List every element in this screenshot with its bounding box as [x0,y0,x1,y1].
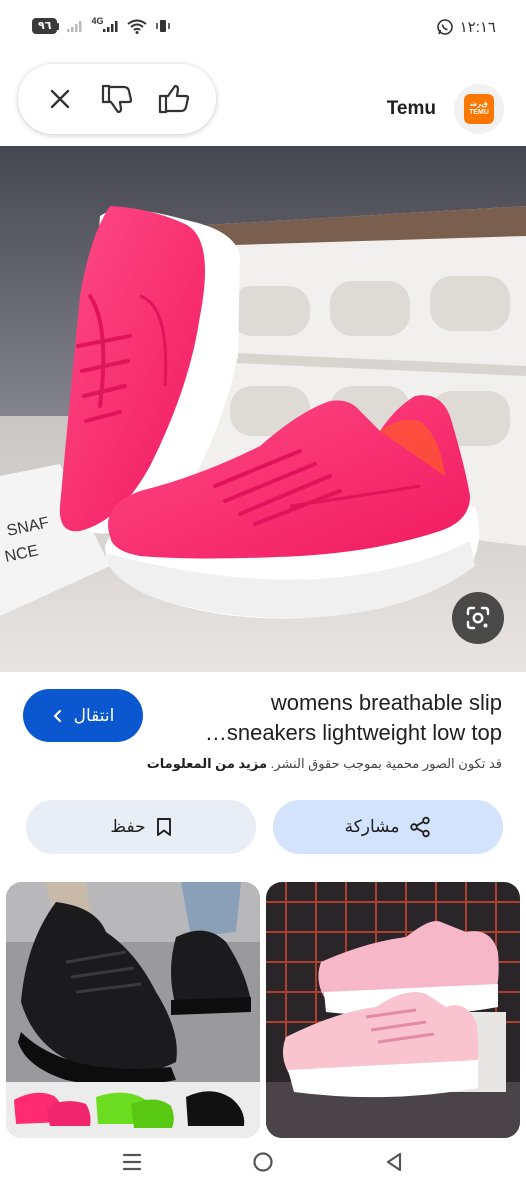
more-info-link[interactable]: مزيد من المعلومات [147,756,267,771]
lens-search-button[interactable] [452,592,504,644]
lens-icon [466,606,490,630]
wifi-icon [127,19,148,34]
back-button[interactable] [374,1146,414,1178]
copyright-text: قد تكون الصور محمية بموجب حقوق النشر. [270,756,502,771]
save-button[interactable]: حفظ [26,800,256,854]
related-image-pink-sneakers[interactable] [266,882,520,1138]
source-header[interactable]: Temu ﻕﺮﺷ TEMU [387,84,504,134]
save-label: حفظ [110,817,146,836]
home-button[interactable] [243,1146,283,1178]
share-icon [410,816,431,838]
main-product-image[interactable]: SNAF NCE [0,146,526,672]
temu-logo-arabic: ﻕﺮﺷ [470,101,488,108]
status-right: ١٢:١٦ [436,18,496,36]
result-title[interactable]: womens breathable slip sneakers lightwei… [202,688,502,748]
temu-logo-mark: ﻕﺮﺷ TEMU [464,94,494,124]
close-button[interactable] [38,77,82,121]
thumbs-up-icon [158,84,189,114]
dislike-button[interactable] [95,77,139,121]
share-label: مشاركة [344,817,400,836]
battery-level: ٩٦ [32,18,58,34]
visit-label: انتقال [73,705,115,725]
close-icon [51,89,70,109]
bookmark-icon [156,818,171,836]
like-button[interactable] [152,77,196,121]
feedback-pill [18,64,216,134]
share-button[interactable]: مشاركة [273,800,503,854]
thumbs-down-icon [101,84,133,114]
clock: ١٢:١٦ [459,19,496,36]
vibrate-icon [156,20,171,32]
status-left: ٩٦ 4G [32,16,171,34]
source-name: Temu [386,98,436,119]
status-bar: ٩٦ 4G ١٢:١٦ [0,0,526,56]
recents-icon [122,1153,142,1171]
black-sneakers-photo [6,882,260,1138]
temu-logo: ﻕﺮﺷ TEMU [454,84,504,134]
signal-weak-icon [67,21,82,32]
temu-logo-text: TEMU [469,109,489,116]
network-type: 4G [91,16,104,26]
light-pink-sneakers-photo [266,882,520,1138]
copyright-notice: قد تكون الصور محمية بموجب حقوق النشر. مز… [22,756,502,772]
result-title-line-2: sneakers lightweight low top… [204,720,502,745]
chevron-left-icon [53,709,61,722]
battery-indicator: ٩٦ [32,18,60,34]
visit-button[interactable]: انتقال [23,689,143,742]
result-title-line-1: womens breathable slip [270,690,502,715]
system-nav-bar [0,1140,526,1186]
whatsapp-icon [436,19,453,35]
pink-sneakers-photo: SNAF NCE [0,146,526,672]
back-icon [386,1152,402,1172]
related-image-black-sneakers[interactable] [6,882,260,1138]
recents-button[interactable] [112,1146,152,1178]
signal-icon [103,21,118,32]
home-icon [253,1152,273,1172]
